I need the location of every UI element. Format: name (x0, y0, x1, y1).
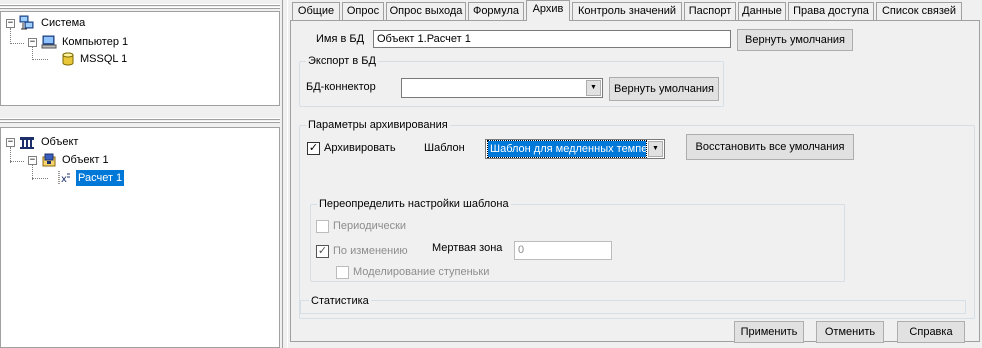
apply-button[interactable]: Применить (734, 321, 804, 343)
tab-formula[interactable]: Формула (468, 2, 524, 20)
step-modeling-checkbox[interactable] (336, 266, 349, 279)
archive-params-group: Параметры архивирования ✓ Архивировать Ш… (299, 118, 975, 319)
tree-node-label: MSSQL 1 (80, 53, 128, 65)
collapse-icon[interactable]: − (28, 38, 37, 47)
statistics-title: Статистика (309, 294, 371, 308)
computer-icon (41, 34, 57, 50)
periodic-label: Периодически (333, 220, 407, 232)
system-tree[interactable]: − Система − Компьютер 1 MSSQL 1 (0, 11, 280, 106)
tab-value-control[interactable]: Контроль значений (572, 2, 682, 20)
tree-node-object-1[interactable]: − Объект 1 (1, 152, 201, 168)
tab-data[interactable]: Данные (738, 2, 786, 20)
db-name-label: Имя в БД (316, 33, 365, 45)
on-change-checkbox[interactable]: ✓ (316, 245, 329, 258)
export-reset-button[interactable]: Вернуть умолчания (609, 77, 719, 101)
tree-node-computer[interactable]: − Компьютер 1 (1, 34, 201, 50)
tree-node-label: Объект (41, 136, 79, 148)
vertical-splitter[interactable] (282, 0, 288, 348)
calculation-icon: x (55, 170, 71, 186)
tree-node-mssql[interactable]: MSSQL 1 (1, 51, 201, 67)
statistics-group: Статистика (300, 294, 966, 314)
bottom-tree-grip[interactable] (0, 118, 280, 124)
tab-archive[interactable]: Архив (526, 0, 570, 21)
db-connector-select[interactable]: ▼ (401, 78, 603, 98)
tree-node-label: Объект 1 (62, 154, 109, 166)
archive-tab-panel: Имя в БД Объект 1.Расчет 1 Вернуть умолч… (290, 20, 980, 343)
dead-zone-label: Мертвая зона (432, 242, 503, 254)
export-group: Экспорт в БД БД-коннектор ▼ Вернуть умол… (299, 54, 724, 107)
on-change-label: По изменению (333, 245, 408, 257)
chevron-down-icon[interactable]: ▼ (586, 80, 601, 96)
tab-links-list[interactable]: Список связей (876, 2, 962, 20)
collapse-icon[interactable]: − (6, 19, 15, 28)
tab-polling[interactable]: Опрос (342, 2, 384, 20)
override-group: Переопределить настройки шаблона Периоди… (310, 197, 845, 282)
template-select[interactable]: Шаблон для медленных темпер ▼ (485, 139, 665, 159)
top-tree-grip[interactable] (0, 4, 280, 10)
database-cylinder-icon (60, 51, 76, 67)
chevron-down-icon[interactable]: ▼ (648, 141, 663, 157)
tab-general[interactable]: Общие (292, 2, 340, 20)
archive-checkbox[interactable]: ✓ (307, 142, 320, 155)
tab-access-rights[interactable]: Права доступа (788, 2, 874, 20)
archive-params-title: Параметры архивирования (306, 118, 450, 132)
archive-checkbox-label: Архивировать (324, 142, 396, 154)
tree-node-label: Расчет 1 (76, 170, 125, 186)
object-tree[interactable]: − Объект − Объект 1 x Расчет 1 (0, 127, 280, 348)
tree-node-calc-1[interactable]: x Расчет 1 (1, 170, 201, 186)
svg-text:x: x (61, 174, 67, 185)
restore-defaults-button[interactable]: Восстановить все умолчания (686, 134, 854, 160)
export-group-title: Экспорт в БД (306, 54, 378, 68)
template-label: Шаблон (424, 142, 465, 154)
tree-node-object-root[interactable]: − Объект (1, 134, 201, 150)
network-computers-icon (19, 15, 35, 31)
left-panel: − Система − Компьютер 1 MSSQL 1 − Объект… (0, 0, 282, 348)
db-name-input[interactable]: Объект 1.Расчет 1 (373, 30, 731, 48)
help-button[interactable]: Справка (897, 321, 965, 343)
db-connector-value (404, 80, 408, 96)
db-name-reset-button[interactable]: Вернуть умолчания (737, 29, 853, 51)
tree-node-system[interactable]: − Система (1, 15, 201, 31)
tree-node-label: Система (41, 17, 86, 29)
collapse-icon[interactable]: − (28, 156, 37, 165)
collapse-icon[interactable]: − (6, 138, 15, 147)
periodic-checkbox[interactable] (316, 220, 329, 233)
template-value: Шаблон для медленных темпер (487, 140, 647, 158)
tree-node-label: Компьютер 1 (62, 36, 129, 48)
override-group-title: Переопределить настройки шаблона (317, 197, 511, 211)
object-folder-icon (41, 152, 57, 168)
step-modeling-label: Моделирование ступеньки (353, 266, 490, 278)
dead-zone-input[interactable]: 0 (514, 241, 612, 260)
object-group-icon (19, 134, 35, 150)
db-connector-label: БД-коннектор (306, 81, 376, 93)
cancel-button[interactable]: Отменить (816, 321, 884, 343)
tab-output-polling[interactable]: Опрос выхода (386, 2, 466, 20)
tab-passport[interactable]: Паспорт (684, 2, 736, 20)
